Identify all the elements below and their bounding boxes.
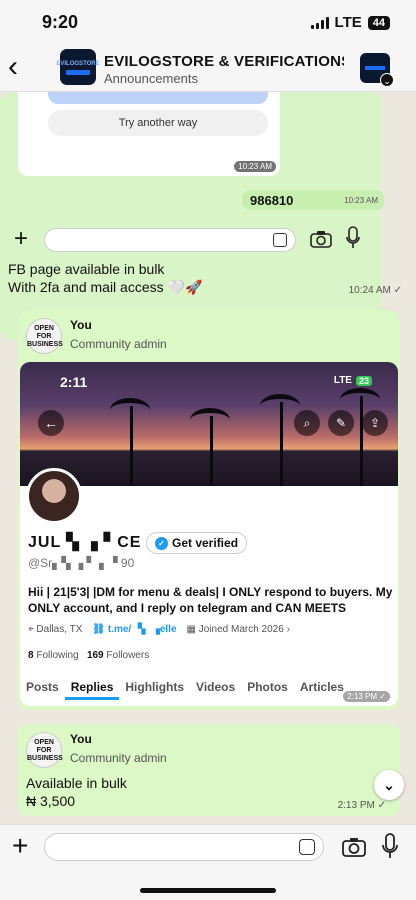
sender-avatar[interactable]: OPEN FOR BUSINESS xyxy=(26,318,63,354)
profile-link: ⛓ t.me/ ▝▖ ▗elle xyxy=(92,624,177,635)
chat-area[interactable]: Try another way 10:23 AM 986810 10:23 AM… xyxy=(0,92,416,824)
message-1-time-value: 10:24 AM xyxy=(348,285,391,296)
get-verified-button: ✓ Get verified xyxy=(146,532,248,554)
chat-subtitle: Announcements xyxy=(104,71,198,86)
profile-tab: Photos xyxy=(247,680,288,694)
message-2-time: 2:13 PM ✓ xyxy=(343,691,390,702)
profile-back-icon: ← xyxy=(38,410,64,436)
profile-battery: 23 xyxy=(355,375,372,386)
message-1-line-2: With 2fa and mail access 🤍🚀 xyxy=(8,279,203,295)
profile-meta: ⌖ Dallas, TX ⛓ t.me/ ▝▖ ▗elle ▦ Joined M… xyxy=(28,624,290,635)
scroll-down-button[interactable]: ⌄ xyxy=(374,770,404,800)
chat-header: ‹ EVILOGSTORE EVILOGSTORE & VERIFICATION… xyxy=(0,44,416,92)
group-avatar-text: EVILOGSTORE xyxy=(56,60,100,67)
status-right: LTE 44 xyxy=(310,14,390,31)
profile-screenshot[interactable]: 2:11 LTE 23 ← ⌕ ✎ ⇪ JUL ▚ ▗ ▘CE ✓ Get ve… xyxy=(20,362,398,706)
sender-name: You xyxy=(70,318,92,332)
profile-location: ⌖ Dallas, TX xyxy=(28,624,83,635)
message-3-time: 2:13 PM ✓ xyxy=(337,800,386,811)
message-bubble-1[interactable]: Try another way 10:23 AM 986810 10:23 AM… xyxy=(0,92,402,340)
message-bubble-3[interactable]: OPEN FOR BUSINESS You Community admin Av… xyxy=(18,724,400,816)
network-label: LTE xyxy=(334,14,362,31)
message-1-text: FB page available in bulk With 2fa and m… xyxy=(8,260,202,296)
message-1-time: 10:24 AM ✓ xyxy=(348,285,402,296)
get-verified-label: Get verified xyxy=(172,536,239,550)
search-icon: ⌕ xyxy=(294,410,320,436)
profile-network: LTE xyxy=(333,375,352,386)
profile-name: JUL ▚ ▗ ▘CE xyxy=(28,534,142,551)
community-icon[interactable]: ⌄ xyxy=(360,53,394,87)
status-time: 9:20 xyxy=(42,12,79,32)
profile-tab: Articles xyxy=(299,680,344,694)
message-bubble-2[interactable]: OPEN FOR BUSINESS You Community admin 2:… xyxy=(18,310,400,710)
continue-button-image xyxy=(48,92,268,104)
profile-bio: Hii | 21|5'3| |DM for menu & deals| I ON… xyxy=(28,585,393,615)
edit-icon: ✎ xyxy=(328,410,354,436)
status-bar: 9:20 LTE 44 xyxy=(0,0,416,44)
joined-text: Joined March 2026 xyxy=(198,624,284,635)
plus-icon[interactable]: + xyxy=(12,831,28,861)
sender-avatar[interactable]: OPEN FOR BUSINESS xyxy=(26,732,63,768)
share-icon: ⇪ xyxy=(362,410,388,436)
sticker-icon xyxy=(273,233,287,247)
screenshot-input-bar: + xyxy=(10,226,380,254)
profile-follow-stats: 8 Following 169 Followers xyxy=(28,650,149,661)
following-label: Following xyxy=(36,650,79,661)
profile-tab-active: Replies xyxy=(64,680,120,700)
sender-name: You xyxy=(70,732,92,746)
message-3-time-value: 2:13 PM xyxy=(337,800,375,811)
palm-leaves xyxy=(340,388,380,412)
message-3-line-1: Available in bulk xyxy=(26,775,127,791)
group-avatar-bar xyxy=(66,69,90,75)
sender-role: Community admin xyxy=(70,337,167,351)
plus-icon: + xyxy=(14,225,29,252)
followers-label: Followers xyxy=(106,650,150,661)
profile-tab: Videos xyxy=(196,680,236,694)
code-value: 986810 xyxy=(250,193,294,208)
community-icon-bar xyxy=(365,66,385,70)
link-text: t.me/ ▝▖ ▗elle xyxy=(107,624,177,635)
sticker-icon[interactable] xyxy=(299,839,315,855)
profile-tabs: Posts Replies Highlights Videos Photos A… xyxy=(20,680,398,700)
profile-actions: ⌕ ✎ ⇪ xyxy=(294,410,388,436)
profile-banner: 2:11 LTE 23 ← ⌕ ✎ ⇪ xyxy=(20,362,398,486)
group-avatar[interactable]: EVILOGSTORE xyxy=(56,49,100,85)
profile-avatar xyxy=(26,468,82,524)
battery-icon: 44 xyxy=(367,15,390,30)
mic-icon xyxy=(346,226,360,248)
camera-icon[interactable] xyxy=(342,837,366,857)
profile-status-right: LTE 23 xyxy=(334,375,372,386)
code-bubble: 986810 10:23 AM xyxy=(242,190,384,210)
profile-tab: Highlights xyxy=(125,680,185,694)
sender-role: Community admin xyxy=(70,751,167,765)
mic-icon[interactable] xyxy=(382,833,398,861)
screenshot-input-field xyxy=(44,228,296,252)
signal-icon xyxy=(310,16,329,29)
following-count: 8 xyxy=(28,650,34,661)
profile-status-time: 2:11 xyxy=(60,374,88,390)
message-1-line-1: FB page available in bulk xyxy=(8,261,165,277)
try-another-way-label: Try another way xyxy=(48,110,268,136)
location-text: Dallas, TX xyxy=(36,624,83,635)
palm-leaves xyxy=(190,408,230,432)
screenshot-timestamp: 10:23 AM xyxy=(234,161,276,172)
chat-title[interactable]: EVILOGSTORE & VERIFICATIONS... xyxy=(104,53,344,70)
home-indicator xyxy=(140,888,276,893)
message-input[interactable] xyxy=(44,833,324,861)
code-time: 10:23 AM xyxy=(344,196,378,205)
profile-handle: @Sr▖▚ ▗ ▘ ▖▝ 90 xyxy=(28,556,135,570)
chevron-down-icon: ⌄ xyxy=(380,73,394,87)
message-3-line-2: ₦ 3,500 xyxy=(26,793,76,809)
camera-icon xyxy=(310,231,332,248)
back-icon[interactable]: ‹ xyxy=(8,52,32,82)
profile-joined: ▦ Joined March 2026 › xyxy=(186,624,290,635)
followers-count: 169 xyxy=(86,650,104,661)
quoted-screenshot: Try another way 10:23 AM xyxy=(18,92,280,176)
palm-leaves xyxy=(110,398,150,422)
verified-icon: ✓ xyxy=(155,536,168,550)
profile-tab: Posts xyxy=(26,680,59,694)
message-2-time-value: 2:13 PM xyxy=(347,692,378,701)
message-3-text: Available in bulk ₦ 3,500 xyxy=(26,774,127,810)
